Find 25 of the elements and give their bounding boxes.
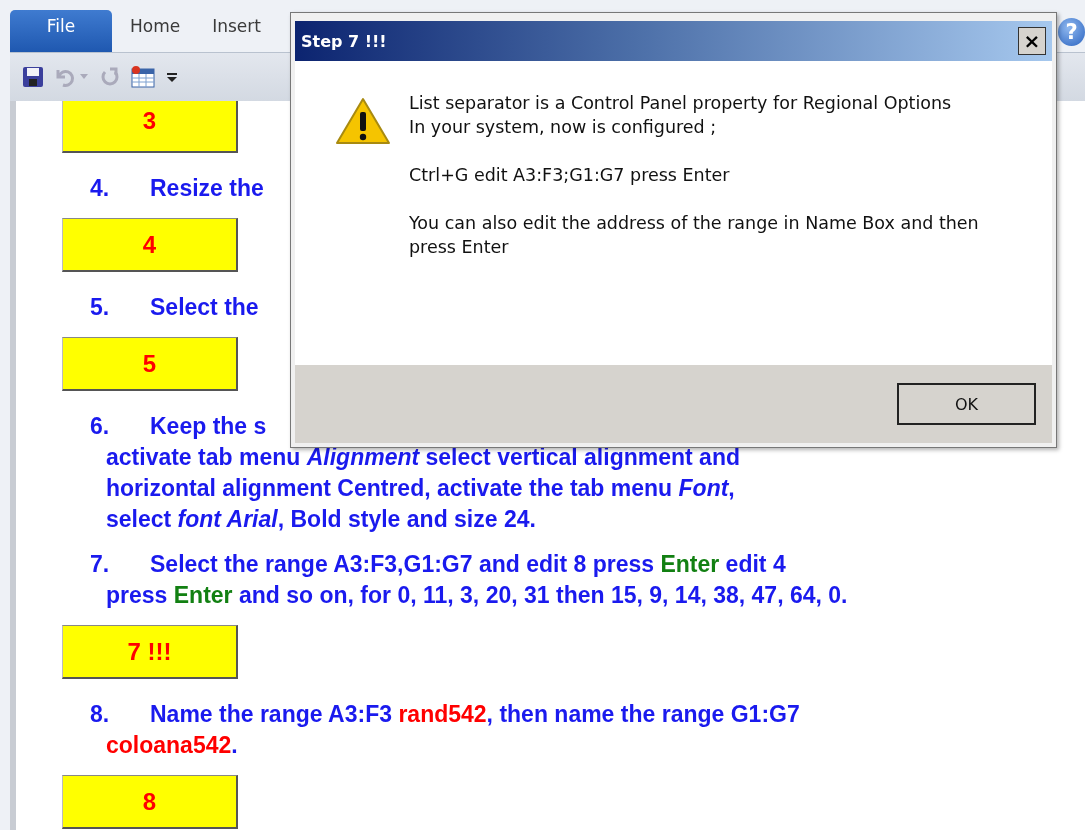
step-text: Select the	[150, 294, 259, 320]
save-icon[interactable]	[22, 66, 44, 88]
step-number: 5.	[90, 293, 111, 322]
ribbon-tab[interactable]: Insert	[198, 10, 275, 52]
dialog-message: Ctrl+G edit A3:F3;G1:G7 press Enter	[409, 164, 731, 187]
answer-box: 7 !!!	[62, 625, 238, 679]
step-number: 8.	[90, 700, 111, 729]
dialog-message: List separator is a Control Panel property for Regional Options In your system, now is configured ;	[409, 92, 953, 139]
ribbon-tab[interactable]: Home	[116, 10, 195, 52]
answer-box: 3	[62, 101, 238, 153]
answer-box: 5	[62, 337, 238, 391]
customize-toolbar-icon[interactable]	[166, 71, 178, 83]
answer-box: 8	[62, 775, 238, 829]
dialog-title: Step 7 !!!	[301, 31, 387, 51]
ribbon-tab[interactable]: File	[10, 10, 112, 52]
step-number: 4.	[90, 174, 111, 203]
table-icon[interactable]	[130, 66, 156, 88]
close-button[interactable]: ×	[1018, 27, 1046, 55]
warning-icon	[335, 97, 391, 147]
step-text: Resize the	[150, 175, 264, 201]
step-number: 7.	[90, 550, 111, 579]
dialog-message: You can also edit the address of the range in Name Box and then press Enter	[409, 212, 980, 259]
answer-box: 4	[62, 218, 238, 272]
step-number: 6.	[90, 412, 111, 441]
ok-button[interactable]: OK	[897, 383, 1036, 425]
